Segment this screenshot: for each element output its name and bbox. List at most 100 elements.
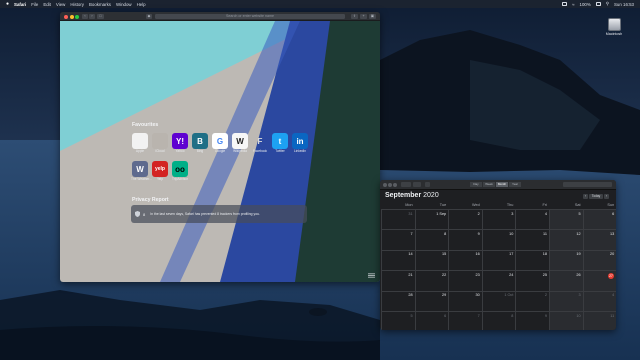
favourite-tile[interactable]: Y! Yahoo	[171, 133, 189, 154]
day-cell[interactable]: 20	[582, 249, 616, 271]
previous-month-button[interactable]: ‹	[583, 194, 588, 199]
menu-window[interactable]: Window	[116, 2, 132, 7]
desktop-drive[interactable]: Macintosh	[604, 18, 624, 36]
day-cell[interactable]: 12	[549, 229, 583, 250]
day-number: 27	[607, 272, 615, 280]
day-cell[interactable]: 22	[414, 270, 449, 291]
day-cell[interactable]: 1 Oct	[481, 290, 516, 311]
day-cell[interactable]: 7	[381, 229, 415, 250]
day-cell[interactable]: 3	[549, 290, 583, 311]
menu-help[interactable]: Help	[137, 2, 146, 7]
add-event-button[interactable]	[425, 182, 430, 188]
day-cell[interactable]: 23	[448, 270, 482, 291]
favourite-tile[interactable]: W The Weather...	[131, 161, 152, 182]
day-cell[interactable]: 25	[515, 270, 549, 291]
favourite-tile[interactable]: B Bing	[191, 133, 209, 154]
new-tab-icon[interactable]: +	[360, 14, 367, 19]
day-cell[interactable]: 8	[414, 229, 449, 250]
menu-clock[interactable]: Sun 16:53	[614, 2, 634, 7]
favourite-tile[interactable]: W Wikipedia	[231, 133, 249, 154]
favourite-tile[interactable]: in LinkedIn	[291, 133, 309, 154]
day-cell[interactable]: 30	[448, 290, 482, 311]
day-cell[interactable]: 29	[414, 290, 449, 311]
menu-app-name[interactable]: Safari	[14, 2, 26, 7]
zoom-button[interactable]	[75, 14, 79, 19]
address-bar[interactable]: Search or enter website name	[155, 13, 345, 20]
privacy-report-card[interactable]: 8 In the last seven days, Safari has pre…	[131, 205, 307, 223]
favourite-tile[interactable]: t Twitter	[271, 133, 289, 154]
share-icon[interactable]: ⇧	[351, 14, 358, 19]
day-cell[interactable]: 2	[515, 290, 549, 311]
day-cell[interactable]: 7	[448, 311, 482, 330]
favourite-tile[interactable]: oo TripAdvisor	[171, 161, 189, 182]
inbox-button[interactable]	[413, 182, 421, 188]
calendar-search-field[interactable]	[563, 182, 612, 188]
day-cell[interactable]: 2	[448, 209, 482, 230]
day-cell[interactable]: 6	[582, 209, 616, 230]
day-cell[interactable]: 27	[582, 270, 616, 291]
day-cell[interactable]: 24	[481, 270, 516, 291]
minimize-button[interactable]	[69, 14, 74, 19]
sidebar-toggle-icon[interactable]: □	[97, 14, 104, 19]
close-button[interactable]	[64, 14, 68, 19]
close-button[interactable]	[383, 183, 387, 187]
view-week-button[interactable]: Week	[483, 182, 495, 188]
day-cell[interactable]: 14	[381, 249, 415, 271]
next-month-button[interactable]: ›	[604, 194, 609, 199]
day-cell[interactable]: 3	[481, 209, 516, 230]
day-cell[interactable]: 1 Sep	[414, 209, 449, 230]
favourite-tile[interactable]: G Google	[211, 133, 229, 154]
tab-overview-icon[interactable]: ▣	[369, 14, 376, 19]
day-cell[interactable]: 8	[481, 311, 516, 330]
privacy-shield-icon[interactable]: ◆	[146, 14, 152, 19]
menu-edit[interactable]: Edit	[43, 2, 51, 7]
day-cell[interactable]: 13	[582, 229, 616, 250]
back-button[interactable]: ‹	[82, 14, 88, 19]
view-day-button[interactable]: Day	[470, 182, 482, 188]
battery-icon[interactable]	[595, 2, 601, 6]
day-cell[interactable]: 10	[481, 229, 516, 250]
favourite-tile[interactable]: iCloud	[151, 133, 169, 154]
day-cell[interactable]: 5	[381, 311, 415, 330]
spotlight-icon[interactable]: ⚲	[606, 1, 609, 7]
start-page-settings-icon[interactable]	[368, 273, 375, 278]
day-cell[interactable]: 9	[515, 311, 549, 330]
favourite-icon: W	[132, 161, 148, 177]
menu-file[interactable]: File	[31, 2, 38, 7]
day-cell[interactable]: 19	[549, 249, 583, 271]
day-cell[interactable]: 4	[515, 209, 549, 230]
day-cell[interactable]: 28	[381, 290, 415, 311]
today-button[interactable]: Today	[589, 194, 603, 199]
day-cell[interactable]: 26	[549, 270, 583, 291]
day-cell[interactable]: 11	[515, 229, 549, 250]
day-cell[interactable]: 16	[448, 249, 482, 271]
view-year-button[interactable]: Year	[509, 182, 521, 188]
view-month-button[interactable]: Month	[496, 182, 508, 188]
day-cell[interactable]: 11	[582, 311, 616, 330]
day-cell[interactable]: 9	[448, 229, 482, 250]
day-cell[interactable]: 21	[381, 270, 415, 291]
menu-view[interactable]: View	[56, 2, 65, 7]
zoom-button[interactable]	[393, 183, 397, 187]
day-cell[interactable]: 6	[414, 311, 449, 330]
day-cell[interactable]: 10	[549, 311, 583, 330]
day-cell[interactable]: 31	[381, 209, 415, 230]
favourite-tile[interactable]: Apple	[131, 133, 149, 154]
day-cell[interactable]: 15	[414, 249, 449, 271]
battery-percent[interactable]: 100%	[580, 2, 591, 7]
menu-history[interactable]: History	[70, 2, 84, 7]
day-cell[interactable]: 17	[481, 249, 516, 271]
favourite-tile[interactable]: yelp Yelp	[151, 161, 169, 182]
day-cell[interactable]: 5	[549, 209, 583, 230]
day-cell[interactable]: 18	[515, 249, 549, 271]
control-center-icon[interactable]	[562, 2, 568, 6]
favourite-tile[interactable]: F Facebook	[251, 133, 269, 154]
day-cell[interactable]: 4	[582, 290, 616, 311]
menu-bookmarks[interactable]: Bookmarks	[89, 2, 111, 7]
calendars-button[interactable]	[401, 182, 411, 188]
wifi-icon[interactable]: ≈	[572, 2, 574, 7]
minimize-button[interactable]	[388, 183, 392, 187]
calendar-toolbar: Day Week Month Year	[380, 180, 616, 190]
forward-button[interactable]: ›	[89, 14, 95, 19]
apple-menu-icon[interactable]: ●	[6, 1, 9, 7]
